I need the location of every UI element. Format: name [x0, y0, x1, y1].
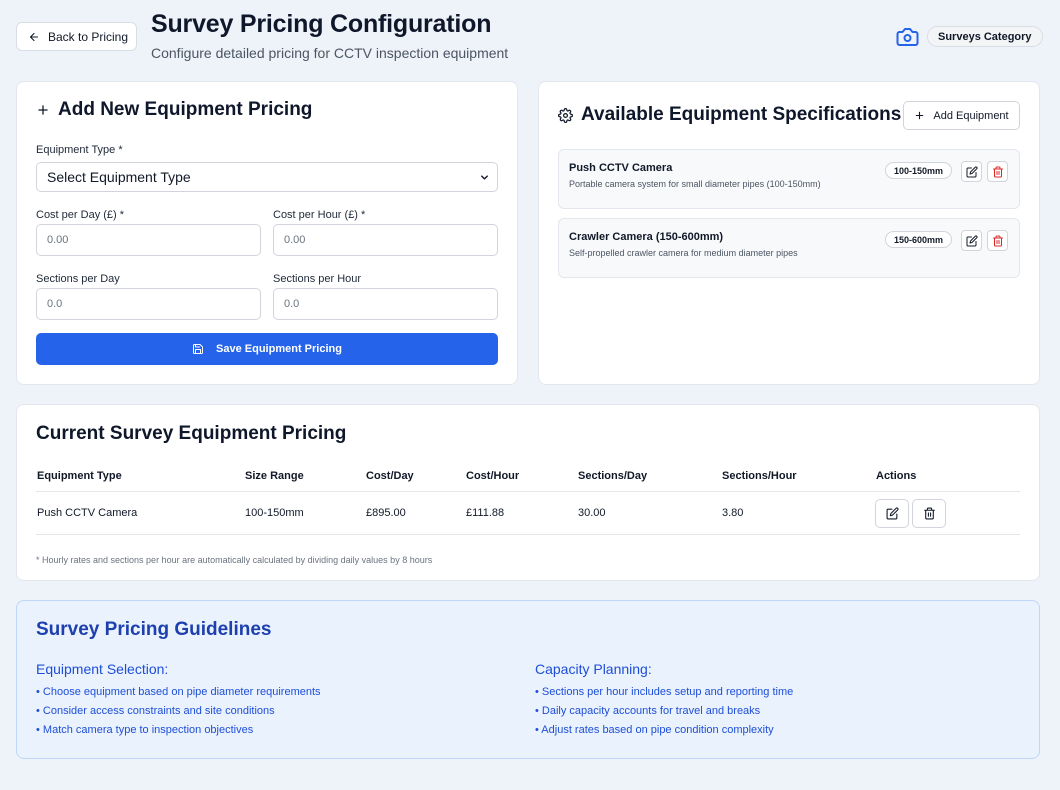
page-title: Survey Pricing Configuration [151, 10, 492, 38]
cell-size-range: 100-150mm [245, 507, 304, 519]
equipment-item-description: Self-propelled crawler camera for medium… [569, 248, 798, 258]
sections-per-day-input[interactable] [36, 288, 261, 320]
equipment-type-label: Equipment Type * [36, 144, 123, 156]
table-row-divider [36, 534, 1020, 535]
pricing-footnote: * Hourly rates and sections per hour are… [36, 555, 433, 565]
table-header-divider [36, 491, 1020, 492]
plus-icon [38, 105, 48, 115]
equipment-item-name: Push CCTV Camera [569, 162, 673, 174]
delete-equipment-button[interactable] [987, 230, 1008, 251]
delete-equipment-button[interactable] [987, 161, 1008, 182]
column-header-cost-hour: Cost/Hour [466, 470, 520, 482]
capacity-planning-heading: Capacity Planning: [535, 661, 652, 677]
add-equipment-label: Add Equipment [933, 109, 1009, 122]
edit-pricing-row-button[interactable] [875, 499, 909, 528]
add-equipment-button[interactable]: Add Equipment [903, 101, 1020, 130]
equipment-item: Push CCTV Camera Portable camera system … [558, 149, 1020, 209]
back-to-pricing-button[interactable]: Back to Pricing [16, 22, 137, 51]
column-header-sections-hour: Sections/Hour [722, 470, 797, 482]
chevron-down-icon [481, 175, 488, 180]
sections-per-hour-input[interactable] [273, 288, 498, 320]
edit-equipment-button[interactable] [961, 230, 982, 251]
cell-sections-day: 30.00 [578, 507, 606, 519]
equipment-size-badge: 100-150mm [885, 162, 953, 179]
edit-icon [966, 234, 978, 246]
column-header-size-range: Size Range [245, 470, 304, 482]
sections-per-day-label: Sections per Day [36, 273, 120, 285]
cell-equipment-type: Push CCTV Camera [37, 507, 138, 519]
save-equipment-pricing-label: Save Equipment Pricing [216, 343, 342, 355]
edit-equipment-button[interactable] [961, 161, 982, 182]
cell-cost-day: £895.00 [366, 507, 406, 519]
column-header-actions: Actions [876, 470, 917, 482]
guidelines-title: Survey Pricing Guidelines [36, 619, 272, 640]
cost-per-day-label: Cost per Day (£) * [36, 209, 125, 221]
page-subtitle: Configure detailed pricing for CCTV insp… [151, 45, 509, 61]
equipment-selection-heading: Equipment Selection: [36, 661, 169, 677]
delete-pricing-row-button[interactable] [912, 499, 946, 528]
equipment-item-description: Portable camera system for small diamete… [569, 179, 821, 189]
add-equipment-pricing-title: Add New Equipment Pricing [36, 99, 312, 121]
edit-icon [966, 165, 978, 177]
cell-sections-hour: 3.80 [722, 507, 744, 519]
capacity-guideline-item: • Daily capacity accounts for travel and… [535, 705, 761, 717]
equipment-specifications-title-text: Available Equipment Specifications [581, 104, 902, 125]
add-equipment-pricing-title-text: Add New Equipment Pricing [58, 99, 313, 120]
back-to-pricing-label: Back to Pricing [48, 29, 129, 44]
pricing-table-title: Current Survey Equipment Pricing [36, 423, 347, 444]
column-header-equipment-type: Equipment Type [37, 470, 122, 482]
cost-per-hour-label: Cost per Hour (£) * [273, 209, 366, 221]
equipment-size-badge: 150-600mm [885, 231, 953, 248]
column-header-sections-day: Sections/Day [578, 470, 648, 482]
equipment-specifications-title: Available Equipment Specifications [558, 104, 901, 126]
capacity-guideline-item: • Sections per hour includes setup and r… [535, 686, 794, 698]
trash-icon [923, 507, 935, 520]
save-icon [193, 344, 204, 354]
gear-icon [558, 107, 573, 123]
sections-per-hour-label: Sections per Hour [273, 273, 362, 285]
plus-icon [916, 111, 924, 120]
category-badge: Surveys Category [927, 26, 1043, 47]
capacity-guideline-item: • Adjust rates based on pipe condition c… [535, 724, 774, 736]
camera-icon [896, 28, 919, 46]
equipment-item-name: Crawler Camera (150-600mm) [569, 231, 724, 243]
edit-icon [886, 507, 899, 520]
column-header-cost-day: Cost/Day [366, 470, 414, 482]
equipment-item: Crawler Camera (150-600mm) Self-propelle… [558, 218, 1020, 278]
trash-icon [992, 235, 1003, 246]
cost-per-hour-input[interactable] [273, 224, 498, 256]
equipment-guideline-item: • Match camera type to inspection object… [36, 724, 254, 736]
arrow-left-icon [29, 32, 39, 41]
trash-icon [992, 166, 1003, 177]
equipment-guideline-item: • Consider access constraints and site c… [36, 705, 275, 717]
equipment-guideline-item: • Choose equipment based on pipe diamete… [36, 686, 321, 698]
cell-cost-hour: £111.88 [466, 507, 505, 519]
cost-per-day-input[interactable] [36, 224, 261, 256]
equipment-type-select-value: Select Equipment Type [47, 169, 191, 185]
equipment-type-select[interactable]: Select Equipment Type [36, 162, 498, 192]
save-equipment-pricing-button[interactable]: Save Equipment Pricing [36, 333, 498, 365]
